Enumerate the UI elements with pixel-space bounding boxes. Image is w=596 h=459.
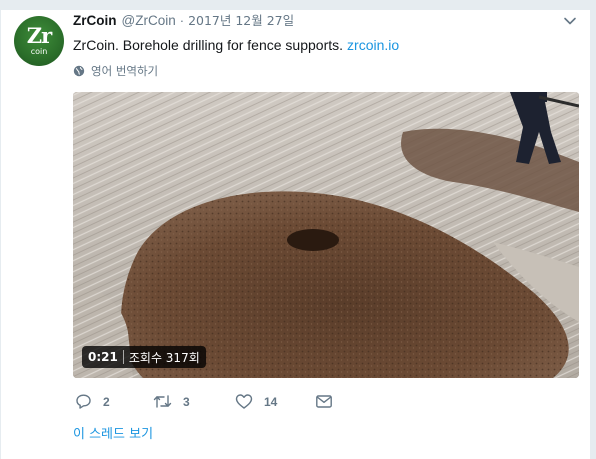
tweet-text: ZrCoin. Borehole drilling for fence supp… bbox=[73, 37, 399, 53]
video-thumbnail bbox=[73, 92, 579, 378]
retweet-button[interactable]: 3 bbox=[153, 393, 190, 410]
video-view-count: 조회수 317회 bbox=[128, 350, 200, 365]
avatar[interactable]: Zr coin bbox=[14, 16, 64, 66]
reply-icon bbox=[76, 394, 91, 409]
like-count: 14 bbox=[264, 394, 278, 409]
direct-message-button[interactable] bbox=[315, 393, 344, 410]
tweet-header: ZrCoin @ZrCoin · 2017년 12월 27일 bbox=[73, 10, 294, 28]
translate-button[interactable]: 영어 번역하기 bbox=[73, 63, 158, 79]
reply-button[interactable]: 2 bbox=[75, 393, 110, 410]
header-separator: · bbox=[179, 13, 185, 28]
tweet-link[interactable]: zrcoin.io bbox=[347, 37, 399, 53]
tweet-date[interactable]: 2017년 12월 27일 bbox=[188, 10, 294, 29]
video-player[interactable] bbox=[73, 92, 579, 378]
retweet-icon bbox=[153, 395, 172, 408]
like-button[interactable]: 14 bbox=[235, 393, 277, 410]
like-icon bbox=[235, 394, 253, 409]
retweet-count: 3 bbox=[183, 394, 190, 409]
author-handle[interactable]: @ZrCoin bbox=[122, 13, 176, 28]
tweet-body: ZrCoin. Borehole drilling for fence supp… bbox=[73, 37, 344, 53]
show-thread-link[interactable]: 이 스레드 보기 bbox=[73, 423, 153, 442]
avatar-logo-subtext: coin bbox=[30, 47, 48, 56]
video-duration: 0:21 bbox=[88, 350, 118, 364]
chevron-down-icon[interactable] bbox=[563, 13, 577, 27]
translate-label: 영어 번역하기 bbox=[91, 64, 159, 78]
reply-count: 2 bbox=[103, 394, 110, 409]
video-info-badge: 0:21 조회수 317회 bbox=[82, 346, 206, 368]
message-icon bbox=[316, 395, 332, 408]
author-name[interactable]: ZrCoin bbox=[73, 13, 117, 28]
badge-divider bbox=[122, 350, 124, 364]
tweet-actions: 2 3 14 bbox=[75, 393, 375, 413]
globe-icon bbox=[73, 65, 85, 77]
avatar-logo-text: Zr bbox=[26, 23, 52, 48]
